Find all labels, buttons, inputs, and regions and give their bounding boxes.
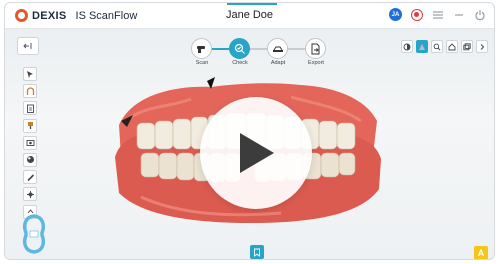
scanner-icon [191,38,212,59]
select-icon[interactable] [23,67,37,81]
check-icon [229,38,250,59]
tool-sidebar [23,67,39,222]
color-mode-icon[interactable] [416,40,428,53]
contrast-icon[interactable] [401,40,413,53]
chevron-right-icon[interactable] [476,40,488,53]
snapshot-icon[interactable] [461,40,473,53]
bookmark-icon [254,248,260,257]
user-avatar[interactable]: JA [389,8,402,21]
menu-icon[interactable] [432,9,444,21]
shading-icon[interactable] [23,152,37,167]
collapse-sidebar-button[interactable] [17,37,39,55]
title-bar-controls: JA [389,8,486,21]
zoom-icon[interactable] [431,40,443,53]
arch-icon[interactable] [23,84,37,99]
jaw-navigator[interactable] [19,213,49,255]
step-label: Export [308,60,324,66]
camera-icon[interactable] [23,135,37,150]
power-icon[interactable] [474,9,486,21]
step-export[interactable]: Export [305,38,327,66]
minimize-icon[interactable] [453,9,465,21]
scanflow-window: DEXIS IS ScanFlow Jane Doe JA Scan Check… [4,2,495,260]
brush-icon[interactable] [23,118,37,133]
record-icon[interactable] [411,8,423,21]
bookmark-button[interactable] [250,245,264,259]
export-icon [305,38,326,59]
clipboard-icon[interactable] [23,101,37,116]
measure-icon[interactable] [23,170,37,185]
play-video-button[interactable] [200,97,312,209]
step-adapt[interactable]: Adapt [267,38,289,66]
step-scan[interactable]: Scan [191,38,213,66]
workflow-steps: Scan Check Adapt Export [191,38,331,68]
step-check[interactable]: Check [229,38,251,66]
move-icon[interactable] [23,187,37,202]
play-icon [240,133,274,173]
title-bar: DEXIS IS ScanFlow Jane Doe JA [5,3,494,29]
collapse-arrow-icon [23,43,32,49]
patient-tab-indicator [227,3,277,5]
status-badge[interactable]: A [474,246,488,259]
view-icon[interactable] [446,40,458,53]
view-toolbar [401,40,488,53]
adapt-icon [267,38,288,59]
